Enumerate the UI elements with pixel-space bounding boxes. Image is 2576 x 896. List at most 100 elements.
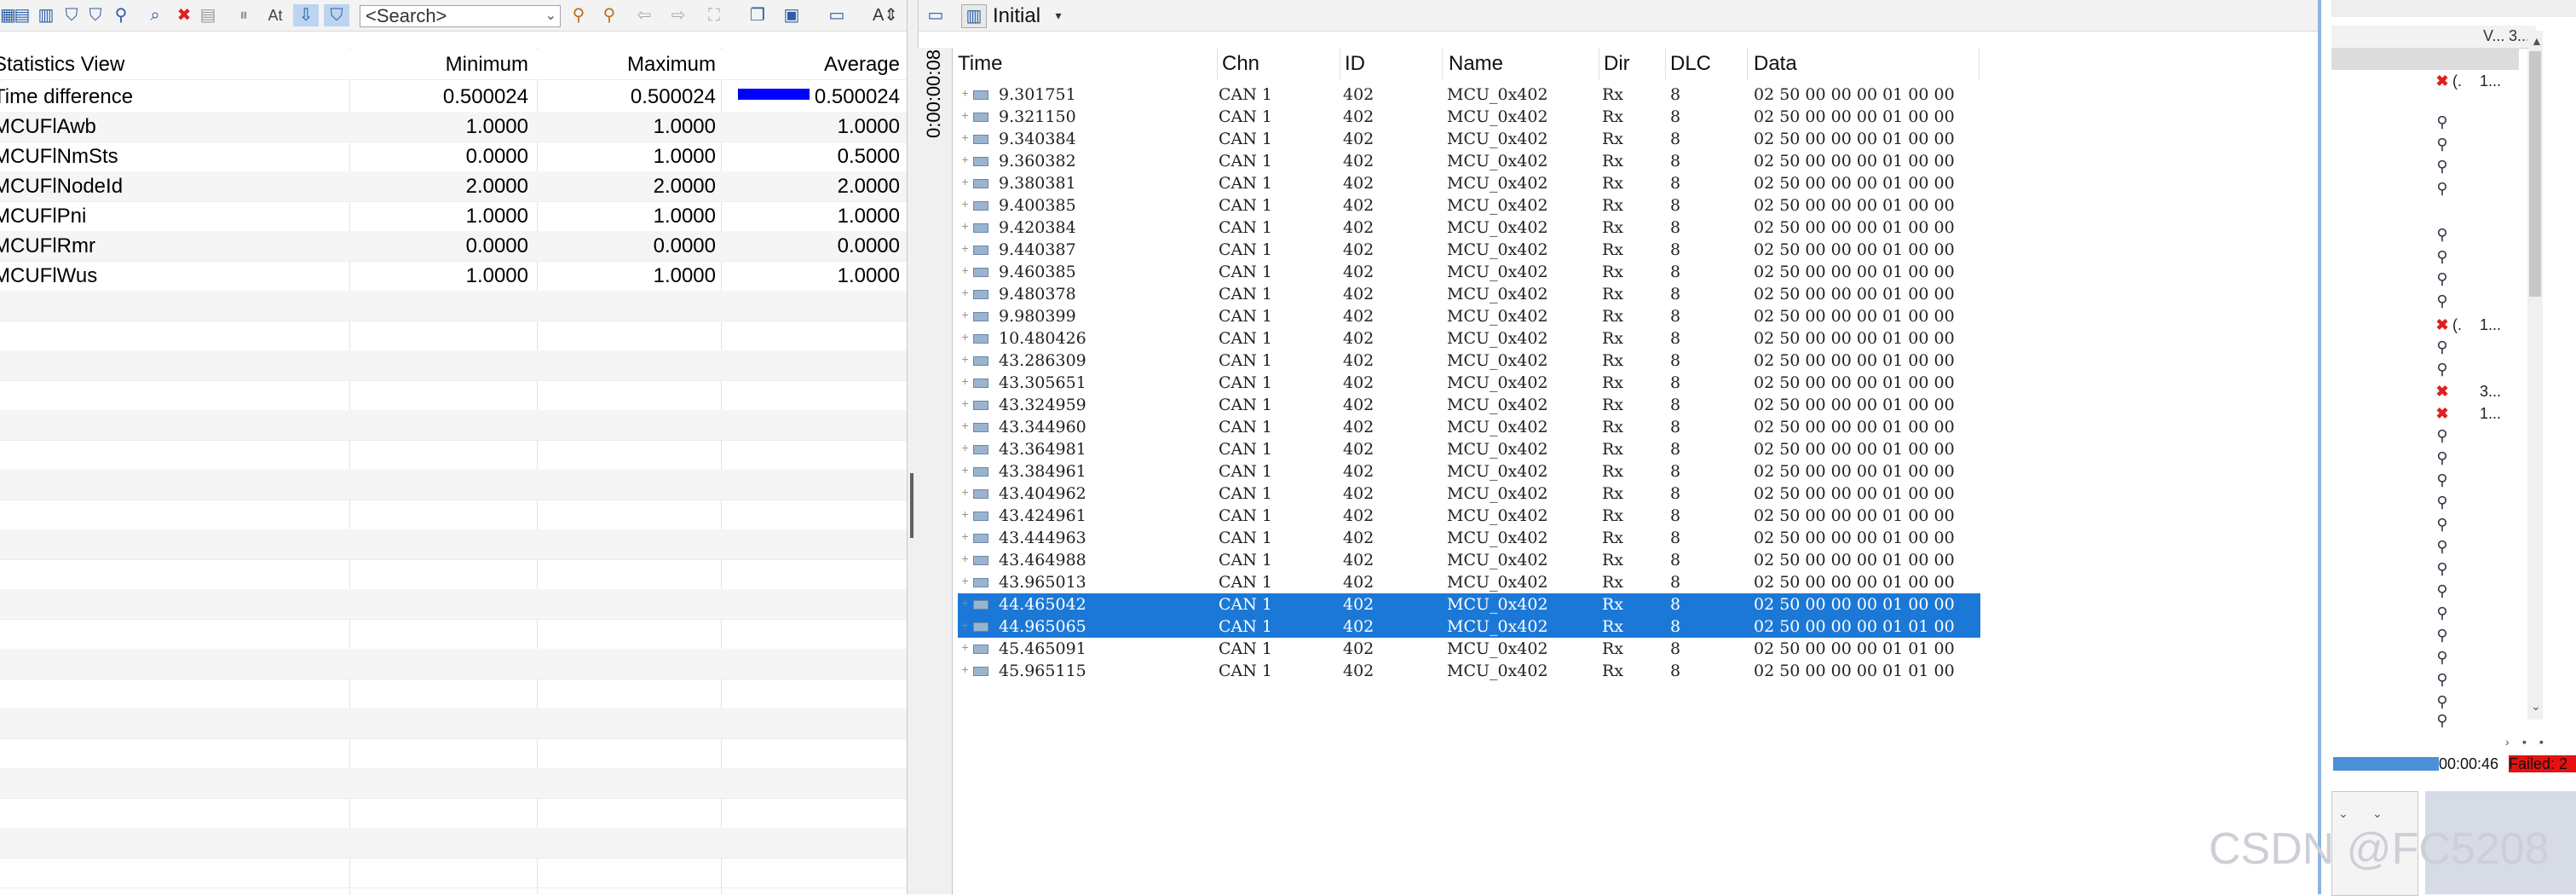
header-id[interactable]: ID (1345, 48, 1365, 80)
scroll-lock-icon[interactable]: ⇩ (293, 4, 319, 26)
window-layout-icon[interactable]: ▭ (917, 4, 954, 26)
chevron-right-icon[interactable]: › (2505, 735, 2510, 749)
header-minimum[interactable]: Minimum (349, 49, 528, 79)
toolbar-icon-1[interactable]: ▦ (0, 4, 16, 26)
expand-icon[interactable]: + (961, 89, 969, 98)
expand-icon[interactable]: + (961, 421, 969, 431)
panel-splitter[interactable] (907, 0, 919, 894)
expand-icon[interactable]: + (961, 332, 969, 342)
expand-icon[interactable]: + (961, 488, 969, 497)
expand-icon[interactable]: + (961, 465, 969, 475)
trace-row[interactable]: +43.384961 CAN 1 402 MCU_0x402 Rx 8 02 50 00 0… (958, 460, 1980, 483)
splitter-grip[interactable] (910, 473, 913, 538)
scroll-down-icon[interactable]: ⌄ (2531, 699, 2541, 714)
column-config-icon[interactable]: ▭ (820, 4, 854, 26)
trace-row[interactable]: +9.460385 CAN 1 402 MCU_0x402 Rx 8 02 50 00 00… (958, 261, 1980, 283)
layout-icon[interactable]: ▣ (774, 4, 810, 26)
expand-icon[interactable]: + (961, 399, 969, 408)
trace-row[interactable]: +43.344960 CAN 1 402 MCU_0x402 Rx 8 02 50 00 0… (958, 416, 1980, 438)
expand-icon[interactable]: + (961, 665, 969, 674)
trace-row[interactable]: +43.464988 CAN 1 402 MCU_0x402 Rx 8 02 50 00 0… (958, 549, 1980, 571)
expand-icon[interactable]: + (961, 266, 969, 275)
header-dlc[interactable]: DLC (1670, 48, 1711, 80)
trace-row[interactable]: +45.965115 CAN 1 402 MCU_0x402 Rx 8 02 50 00 0… (958, 660, 1980, 682)
header-data[interactable]: Data (1754, 48, 1797, 80)
expand-icon[interactable]: + (961, 310, 969, 320)
header-dir[interactable]: Dir (1604, 48, 1630, 80)
font-size-icon[interactable]: A⇕ (864, 4, 907, 26)
trace-row[interactable]: +43.424961 CAN 1 402 MCU_0x402 Rx 8 02 50 00 0… (958, 505, 1980, 527)
trace-row[interactable]: +9.440387 CAN 1 402 MCU_0x402 Rx 8 02 50 00 00… (958, 239, 1980, 261)
stats-row[interactable]: MCUFlRmr 0.0000 0.0000 0.0000 (0, 231, 907, 262)
back-arrow-icon[interactable]: ⇦ (634, 4, 654, 26)
dots-icon[interactable]: ▪ (2522, 735, 2527, 749)
expand-icon[interactable]: + (961, 621, 969, 630)
pause-icon[interactable]: ⏸ (235, 4, 252, 26)
trace-row[interactable]: +9.400385 CAN 1 402 MCU_0x402 Rx 8 02 50 00 00… (958, 194, 1980, 217)
stats-row[interactable]: MCUFlNodeId 2.0000 2.0000 2.0000 (0, 171, 907, 202)
trace-row[interactable]: +44.465042 CAN 1 402 MCU_0x402 Rx 8 02 50 00 0… (958, 593, 1980, 616)
trace-row[interactable]: +9.340384 CAN 1 402 MCU_0x402 Rx 8 02 50 00 00… (958, 128, 1980, 150)
expand-icon[interactable]: + (961, 510, 969, 519)
view-icon[interactable]: ▥ (961, 4, 987, 28)
trace-row[interactable]: +45.465091 CAN 1 402 MCU_0x402 Rx 8 02 50 00 0… (958, 638, 1980, 660)
stats-row[interactable]: MCUFlAwb 1.0000 1.0000 1.0000 (0, 112, 907, 142)
stats-row[interactable]: MCUFlPni 1.0000 1.0000 1.0000 (0, 201, 907, 232)
signal-config-icon[interactable]: ▥ (36, 4, 56, 26)
expand-icon[interactable]: + (961, 288, 969, 298)
delete-icon[interactable]: ✖ (174, 4, 194, 26)
scrollbar-thumb[interactable] (2529, 51, 2541, 297)
search-input[interactable]: <Search> ⌄ (360, 5, 561, 27)
trace-row[interactable]: +9.321150 CAN 1 402 MCU_0x402 Rx 8 02 50 00 00… (958, 106, 1980, 128)
expand-icon[interactable]: + (961, 133, 969, 142)
dots-icon[interactable]: ▪ (2539, 735, 2544, 749)
expand-icon[interactable]: + (961, 598, 969, 608)
filter-edit-icon[interactable]: ⛉ (85, 4, 106, 26)
chevron-down-icon[interactable]: ⌄ (2338, 806, 2348, 821)
marker-icon[interactable]: ⛶ (695, 4, 733, 26)
trace-row[interactable]: +43.286309 CAN 1 402 MCU_0x402 Rx 8 02 50 00 0… (958, 350, 1980, 372)
header-average[interactable]: Average (721, 49, 900, 79)
search-next-icon[interactable]: ⚲ (596, 4, 622, 26)
trace-row[interactable]: +9.380381 CAN 1 402 MCU_0x402 Rx 8 02 50 00 00… (958, 172, 1980, 194)
trace-row[interactable]: +43.444963 CAN 1 402 MCU_0x402 Rx 8 02 50 00 0… (958, 527, 1980, 549)
expand-icon[interactable]: + (961, 111, 969, 120)
trace-row[interactable]: +9.360382 CAN 1 402 MCU_0x402 Rx 8 02 50 00 00… (958, 150, 1980, 172)
expand-icon[interactable]: + (961, 443, 969, 453)
filter-active-icon[interactable]: ⛉ (324, 4, 349, 26)
expand-icon[interactable]: + (961, 199, 969, 209)
copy-icon[interactable]: ❐ (745, 4, 770, 26)
forward-arrow-icon[interactable]: ⇨ (668, 4, 689, 26)
stats-row[interactable]: MCUFlNmSts 0.0000 1.0000 0.5000 (0, 142, 907, 172)
trace-row[interactable]: +9.480378 CAN 1 402 MCU_0x402 Rx 8 02 50 00 00… (958, 283, 1980, 305)
trace-row[interactable]: +43.404962 CAN 1 402 MCU_0x402 Rx 8 02 50 00 0… (958, 483, 1980, 505)
header-time[interactable]: Time (958, 48, 1002, 80)
header-maximum[interactable]: Maximum (537, 49, 716, 79)
find-binoculars-icon[interactable]: ⌕ (143, 4, 167, 26)
expand-icon[interactable]: + (961, 532, 969, 541)
filter-icon[interactable]: ⛉ (61, 4, 82, 26)
trace-row[interactable]: +43.965013 CAN 1 402 MCU_0x402 Rx 8 02 50 00 0… (958, 571, 1980, 593)
column-icon[interactable]: ▤ (12, 4, 32, 26)
search-prev-icon[interactable]: ⚲ (566, 4, 591, 26)
expand-icon[interactable]: + (961, 244, 969, 253)
scroll-up-icon[interactable]: ▲ (2531, 34, 2543, 48)
trace-row[interactable]: +44.965065 CAN 1 402 MCU_0x402 Rx 8 02 50 00 0… (958, 616, 1980, 638)
expand-icon[interactable]: + (961, 155, 969, 165)
expand-icon[interactable]: + (961, 554, 969, 564)
stats-row[interactable]: MCUFlWus 1.0000 1.0000 1.0000 (0, 261, 907, 292)
selected-test-row[interactable] (2331, 48, 2519, 70)
trace-row[interactable]: +9.301751 CAN 1 402 MCU_0x402 Rx 8 02 50 00 00… (958, 84, 1980, 106)
find-icon[interactable]: ⚲ (111, 4, 131, 26)
trace-row[interactable]: +43.305651 CAN 1 402 MCU_0x402 Rx 8 02 50 00 0… (958, 372, 1980, 394)
stats-row[interactable]: Time difference 0.500024 0.500024 0.5000… (0, 82, 907, 113)
trace-row[interactable]: +10.480426 CAN 1 402 MCU_0x402 Rx 8 02 50 00 0… (958, 327, 1980, 350)
expand-icon[interactable]: + (961, 355, 969, 364)
column-v-header[interactable]: V... (2483, 27, 2504, 45)
header-name[interactable]: Name (1449, 48, 1503, 80)
chevron-down-icon[interactable]: ⌄ (545, 6, 556, 26)
trace-row[interactable]: +9.420384 CAN 1 402 MCU_0x402 Rx 8 02 50 00 00… (958, 217, 1980, 239)
header-chn[interactable]: Chn (1222, 48, 1259, 80)
view-selector[interactable]: Initial (993, 5, 1040, 27)
expand-icon[interactable]: + (961, 576, 969, 586)
